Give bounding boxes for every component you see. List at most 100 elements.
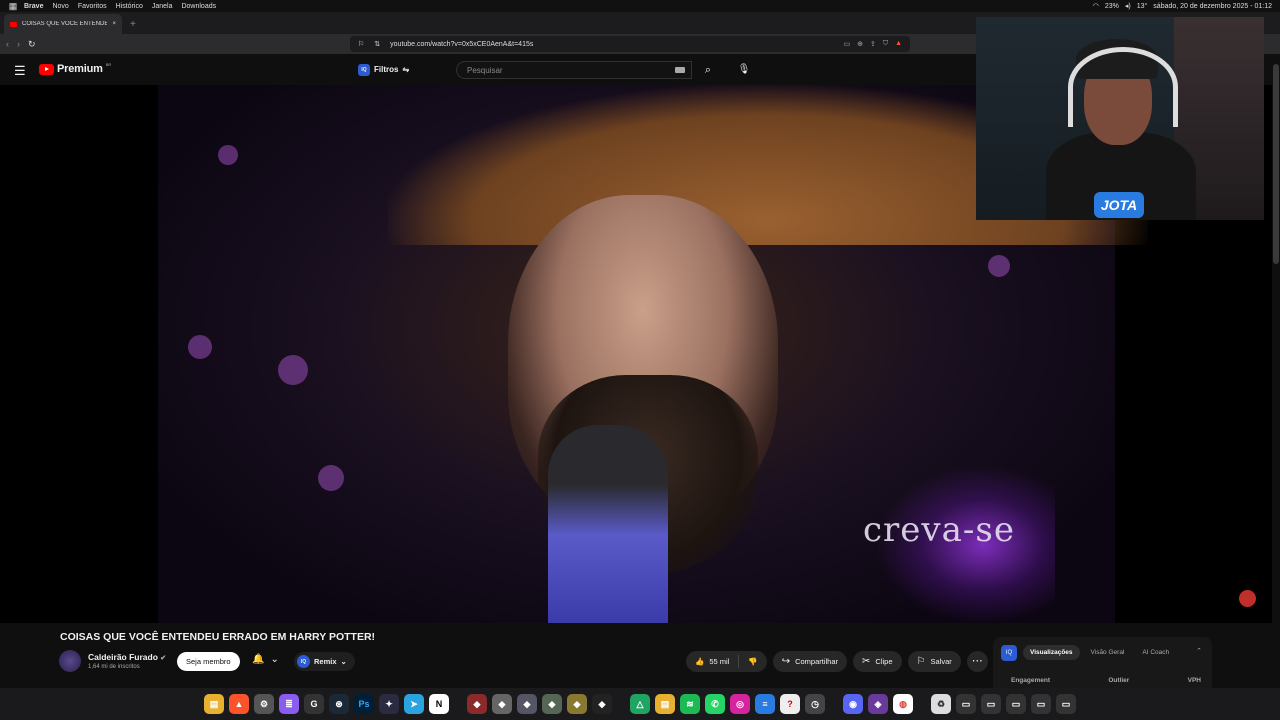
game-launcher-icon[interactable]: G	[304, 694, 324, 714]
brave-shields-icon[interactable]: ⛉	[883, 40, 888, 48]
game-icon[interactable]: ◆	[592, 694, 612, 714]
filters-button[interactable]: IQ Filtros ⇋	[358, 62, 409, 77]
window-icon[interactable]: ▭	[981, 694, 1001, 714]
menu-brave[interactable]: Brave	[24, 3, 43, 10]
scrollbar-thumb[interactable]	[1273, 64, 1279, 264]
steam-icon[interactable]: ⊛	[329, 694, 349, 714]
notes-icon[interactable]: ≣	[279, 694, 299, 714]
brave-icon[interactable]: ▲	[229, 694, 249, 714]
vidiq-icon: IQ	[358, 63, 370, 76]
vidiq-columns: Engagement Outlier VPH	[1011, 677, 1201, 684]
game-icon[interactable]: ◆	[492, 694, 512, 714]
vidiq-panel: IQ Visualizações Visão Geral AI Coach ⌃ …	[993, 637, 1212, 688]
davinci-icon[interactable]: ✦	[379, 694, 399, 714]
folder-icon[interactable]: ▤	[204, 694, 224, 714]
thumbs-down-icon: 👎	[748, 657, 758, 666]
help-icon[interactable]: ?	[780, 694, 800, 714]
menu-icon[interactable]: ☰	[14, 63, 26, 79]
tab-title: COISAS QUE VOCÊ ENTENDEU E	[22, 21, 108, 27]
menu-janela[interactable]: Janela	[152, 3, 173, 10]
clip-label: Clipe	[875, 657, 893, 666]
datetime[interactable]: sábado, 20 de dezembro 2025 - 01:12	[1153, 3, 1272, 10]
drive-icon[interactable]: △	[630, 694, 650, 714]
channel-name-text[interactable]: Caldeirão Furado	[88, 652, 158, 662]
record-icon[interactable]	[1239, 590, 1256, 607]
window-icon[interactable]: ▭	[1031, 694, 1051, 714]
chrome-icon[interactable]: ◍	[893, 694, 913, 714]
menu-downloads[interactable]: Downloads	[181, 3, 216, 10]
bokeh-light	[188, 335, 212, 359]
search-icon[interactable]: ⌕	[695, 61, 721, 79]
site-settings-icon[interactable]: ⇅	[374, 40, 380, 48]
back-icon[interactable]: ‹	[6, 39, 9, 49]
app-icon[interactable]: ◈	[868, 694, 888, 714]
tab-ai-coach[interactable]: AI Coach	[1135, 645, 1176, 660]
like-count: 55 mil	[709, 657, 730, 666]
new-tab-icon[interactable]: +	[130, 19, 136, 30]
brave-rewards-icon[interactable]: ▲	[895, 40, 902, 48]
telegram-icon[interactable]: ➤	[404, 694, 424, 714]
window-icon[interactable]: ▭	[956, 694, 976, 714]
zoom-icon[interactable]: ⊕	[857, 40, 863, 48]
share-icon[interactable]: ⇪	[870, 40, 876, 48]
folder-icon[interactable]: ▤	[655, 694, 675, 714]
page-scrollbar[interactable]	[1272, 54, 1280, 688]
vidiq-tabs: Visualizações Visão Geral AI Coach	[1023, 645, 1176, 660]
chevron-down-icon: ⌄	[270, 654, 279, 665]
like-button[interactable]: 👍 55 mil	[686, 657, 738, 666]
game-icon[interactable]: ◆	[517, 694, 537, 714]
tab-youtube-video[interactable]: COISAS QUE VOCÊ ENTENDEU E ×	[4, 14, 122, 34]
join-button[interactable]: Seja membro	[177, 652, 240, 671]
clip-button[interactable]: ✂ Clipe	[853, 651, 902, 672]
clock-icon[interactable]: ◷	[805, 694, 825, 714]
menu-novo[interactable]: Novo	[52, 3, 68, 10]
game-icon[interactable]: ◆	[567, 694, 587, 714]
trash-icon[interactable]: ♻	[931, 694, 951, 714]
youtube-logo[interactable]: Premium BR	[39, 62, 111, 75]
search-input[interactable]: Pesquisar	[456, 61, 692, 79]
channel-name[interactable]: Caldeirão Furado ✔	[88, 652, 166, 662]
windows-logo-icon[interactable]: ▦	[8, 1, 18, 11]
chevron-up-icon[interactable]: ⌃	[1196, 647, 1202, 655]
notion-icon[interactable]: N	[429, 694, 449, 714]
window-icon[interactable]: ▭	[1006, 694, 1026, 714]
volume-icon[interactable]: ◂)	[1125, 2, 1131, 10]
streamer-logo: JOTA	[1094, 192, 1144, 218]
battery-percent[interactable]: 23%	[1105, 3, 1119, 10]
photoshop-icon[interactable]: Ps	[354, 694, 374, 714]
microphone-icon[interactable]: 🎙	[734, 61, 754, 79]
document-icon[interactable]: ≡	[755, 694, 775, 714]
tab-visualizacoes[interactable]: Visualizações	[1023, 645, 1080, 660]
notifications-button[interactable]: 🔔 ⌄	[252, 654, 279, 665]
whatsapp-icon[interactable]: ✆	[705, 694, 725, 714]
wifi-icon[interactable]: ◠	[1093, 2, 1099, 10]
subscriber-count: 1,64 mi de inscritos	[88, 664, 140, 670]
tab-visao-geral[interactable]: Visão Geral	[1084, 645, 1132, 660]
settings-icon[interactable]: ⚙	[254, 694, 274, 714]
discord-icon[interactable]: ◉	[843, 694, 863, 714]
forward-icon[interactable]: ›	[17, 39, 20, 49]
url-text[interactable]: youtube.com/watch?v=0x5xCE0AenA&t=415s	[390, 41, 533, 48]
spotify-icon[interactable]: ≋	[680, 694, 700, 714]
window-icon[interactable]: ▭	[1056, 694, 1076, 714]
menu-historico[interactable]: Histórico	[116, 3, 143, 10]
vidiq-icon: IQ	[297, 655, 310, 668]
address-bar[interactable]: ⚐ ⇅ youtube.com/watch?v=0x5xCE0AenA&t=41…	[350, 36, 910, 52]
instagram-icon[interactable]: ◎	[730, 694, 750, 714]
game-icon[interactable]: ◆	[542, 694, 562, 714]
weather-temp[interactable]: 13°	[1137, 3, 1148, 10]
more-actions-icon[interactable]: ⋯	[966, 651, 988, 672]
share-button[interactable]: ↪ Compartilhar	[772, 651, 848, 672]
remix-button[interactable]: IQ Remix ⌄	[294, 652, 355, 671]
tab-close-icon[interactable]: ×	[112, 21, 116, 27]
save-button[interactable]: ⚐ Salvar	[907, 651, 961, 672]
vidiq-icon: IQ	[1001, 645, 1017, 661]
reload-icon[interactable]: ↻	[28, 39, 36, 50]
channel-avatar[interactable]	[59, 650, 81, 672]
game-icon[interactable]: ◆	[467, 694, 487, 714]
menu-favoritos[interactable]: Favoritos	[78, 3, 107, 10]
dislike-button[interactable]: 👎	[739, 657, 766, 666]
keyboard-icon[interactable]	[675, 67, 685, 73]
cast-icon[interactable]: ▭	[843, 40, 850, 48]
bookmark-icon[interactable]: ⚐	[358, 40, 364, 48]
